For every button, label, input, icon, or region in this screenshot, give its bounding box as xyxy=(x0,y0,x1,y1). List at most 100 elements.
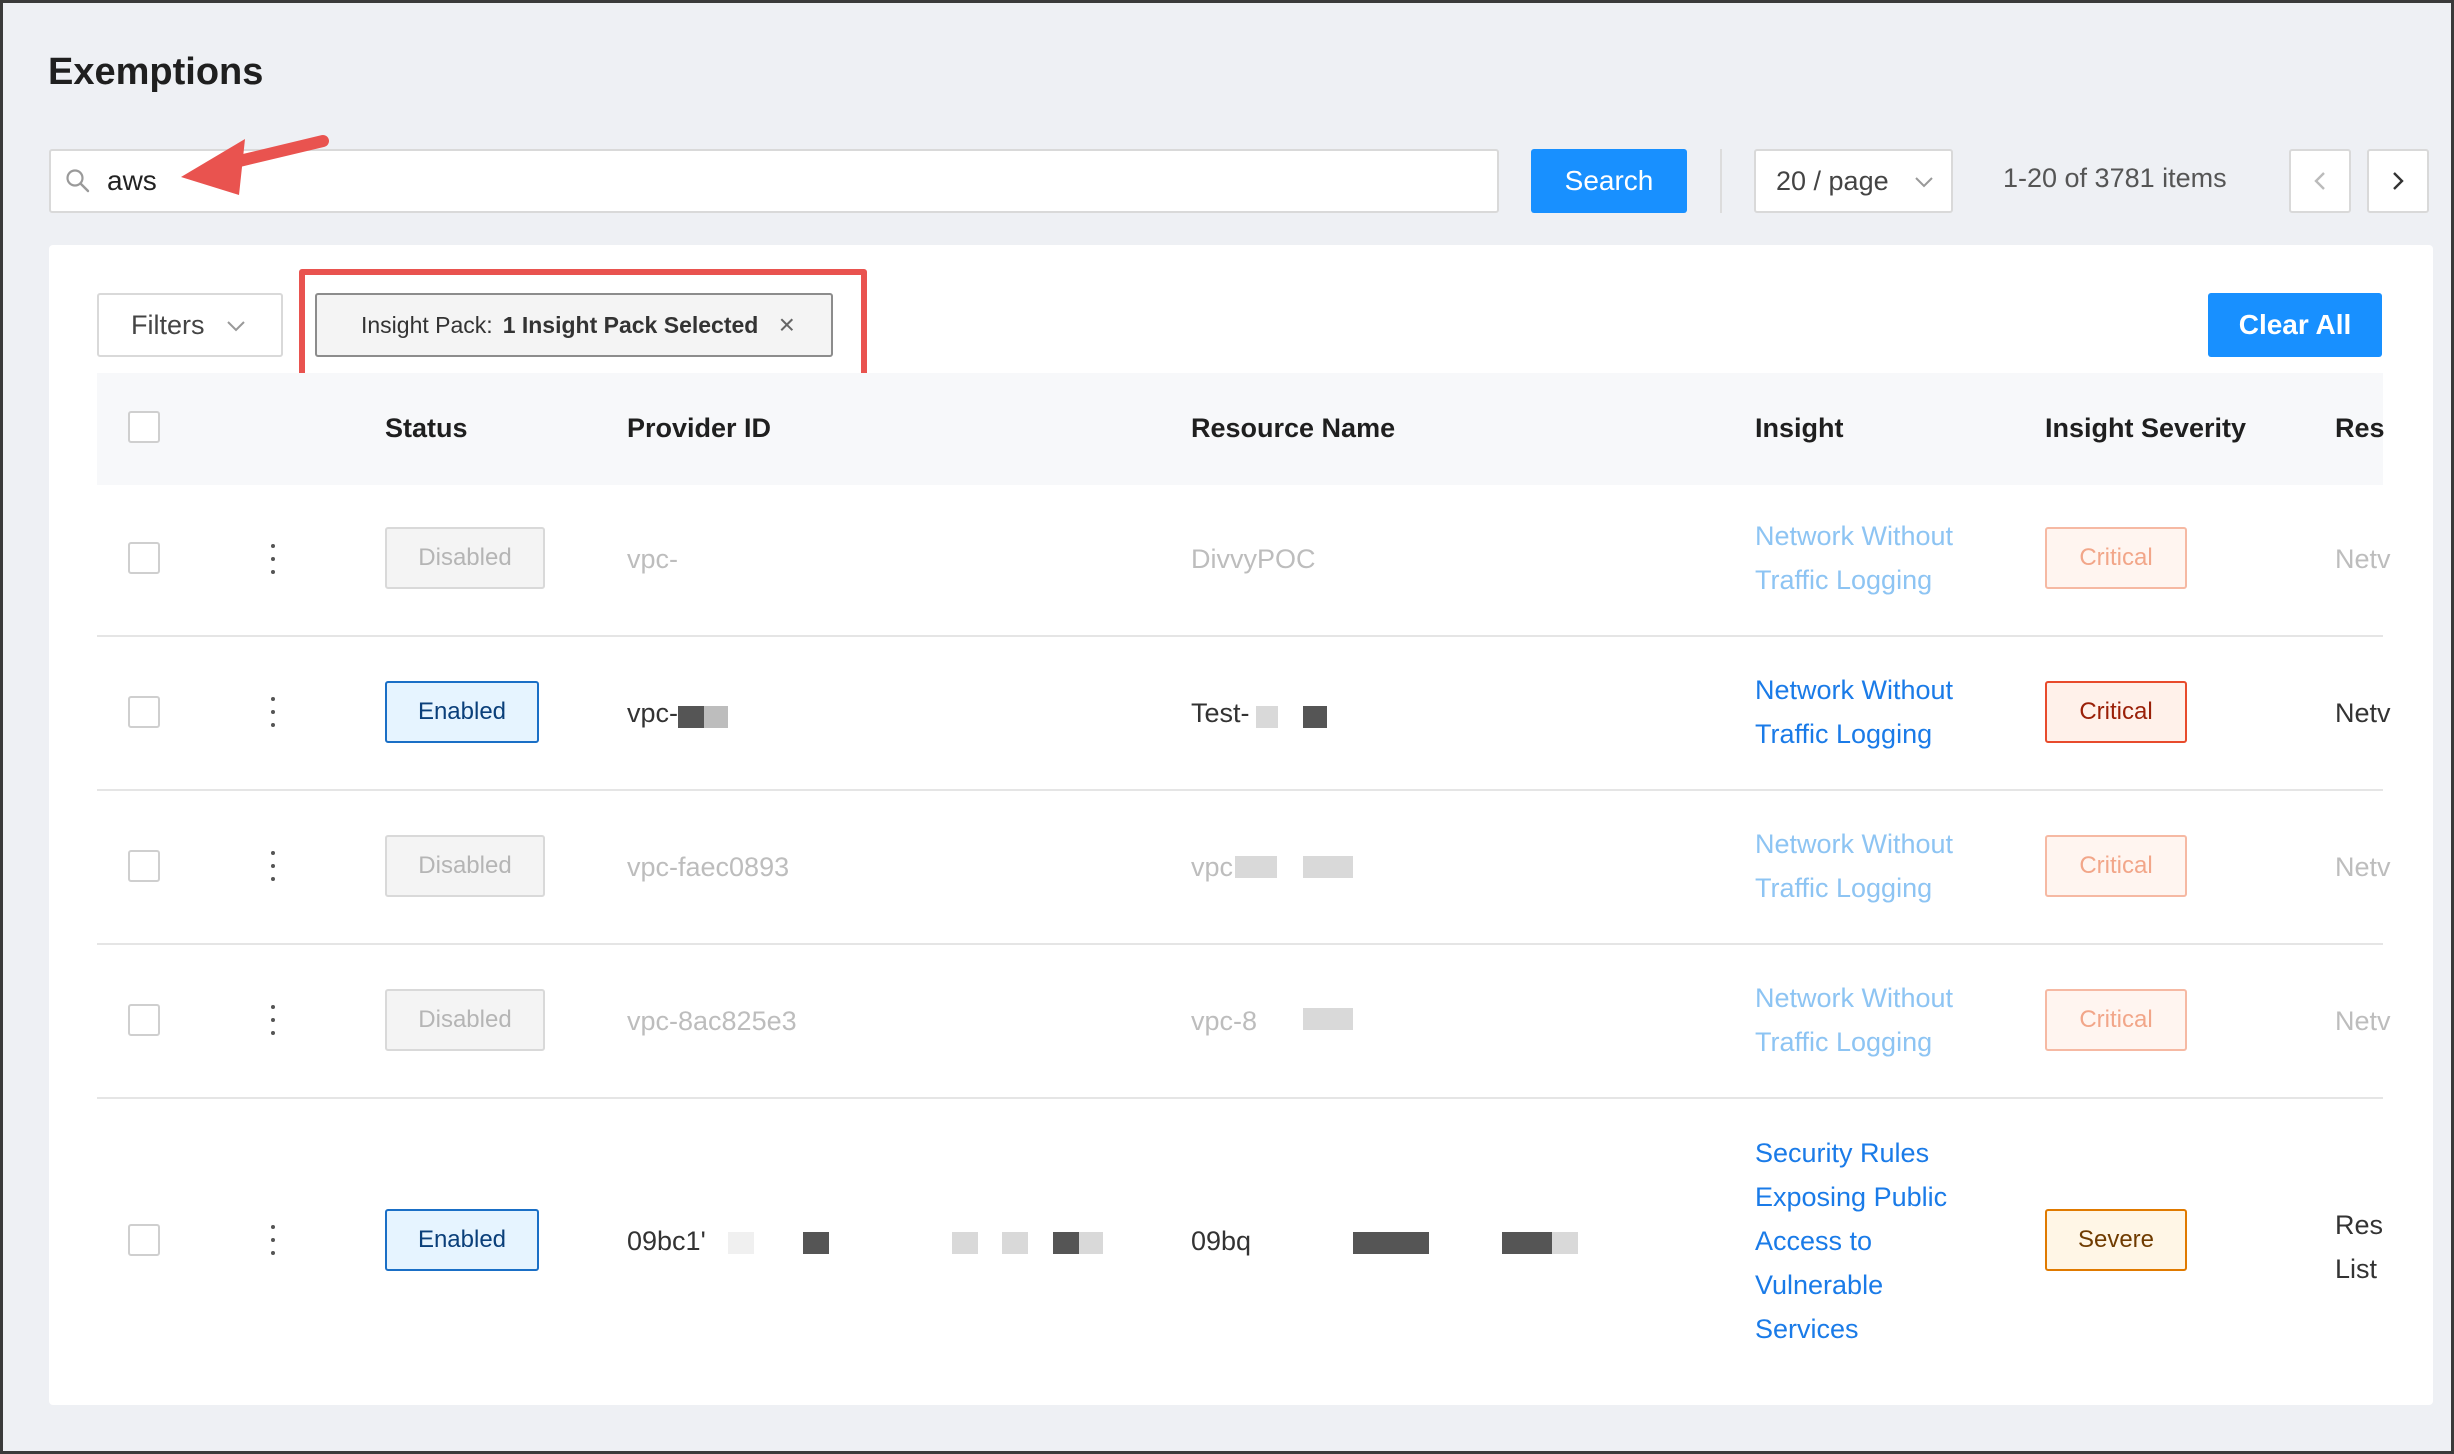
status-badge: Enabled xyxy=(385,681,539,743)
redacted-block xyxy=(803,1232,829,1254)
column-header-status[interactable]: Status xyxy=(385,413,468,444)
insight-line: Network Without xyxy=(1755,521,1954,551)
column-header-provider-id[interactable]: Provider ID xyxy=(627,413,771,444)
redacted-block xyxy=(1502,1232,1552,1254)
more-vertical-icon[interactable] xyxy=(263,1225,283,1255)
more-vertical-icon[interactable] xyxy=(263,697,283,727)
insight-line: Traffic Logging xyxy=(1755,719,1933,749)
provider-id: vpc-faec0893 xyxy=(627,852,790,882)
provider-id: 09bc1' xyxy=(627,1226,706,1256)
items-count: 1-20 of 3781 items xyxy=(2003,163,2227,193)
redacted-block xyxy=(952,1232,978,1254)
insight-line: Traffic Logging xyxy=(1755,565,1933,595)
more-vertical-icon[interactable] xyxy=(263,851,283,881)
severity-badge: Critical xyxy=(2045,681,2187,743)
insight-line: Network Without xyxy=(1755,829,1954,859)
filter-tag-value: 1 Insight Pack Selected xyxy=(502,311,759,338)
resource-name: DivvyPOC xyxy=(1191,544,1316,574)
more-vertical-icon[interactable] xyxy=(263,544,283,574)
resource-type: Res List xyxy=(2335,1203,2383,1291)
severity-badge: Critical xyxy=(2045,989,2187,1051)
resource-name: vpc xyxy=(1191,852,1234,882)
status-badge: Disabled xyxy=(385,835,545,897)
prev-page-button[interactable] xyxy=(2289,149,2351,213)
row-checkbox[interactable] xyxy=(128,1004,160,1036)
redacted-block xyxy=(1235,856,1277,878)
status-badge: Disabled xyxy=(385,989,545,1051)
toolbar-divider xyxy=(1720,149,1722,213)
chevron-down-icon xyxy=(227,321,245,332)
insight-link[interactable]: Network Without Traffic Logging xyxy=(1755,668,1995,756)
redacted-block xyxy=(704,706,728,728)
resource-name: Test- xyxy=(1191,698,1250,728)
chevron-down-icon xyxy=(1915,177,1933,188)
page-title: Exemptions xyxy=(48,51,264,93)
severity-badge: Critical xyxy=(2045,835,2187,897)
redacted-block xyxy=(1053,1232,1079,1254)
red-arrow-icon xyxy=(181,135,329,195)
provider-id: vpc-8ac825e3 xyxy=(627,1006,797,1036)
redacted-block xyxy=(678,706,704,728)
resource-type: Netv xyxy=(2335,544,2391,574)
resource-type-line: List xyxy=(2335,1254,2378,1284)
filters-label: Filters xyxy=(131,309,205,340)
insight-line: Services xyxy=(1755,1314,1859,1344)
insight-line: Network Without xyxy=(1755,983,1954,1013)
column-header-resource-type[interactable]: Res xyxy=(2335,413,2385,444)
redacted-block xyxy=(1552,1232,1578,1254)
resource-name: 09bq xyxy=(1191,1226,1252,1256)
status-badge: Disabled xyxy=(385,527,545,589)
status-badge: Enabled xyxy=(385,1209,539,1271)
resource-type-line: Res xyxy=(2335,1210,2384,1240)
column-header-resource-name[interactable]: Resource Name xyxy=(1191,413,1395,444)
redacted-block xyxy=(1256,706,1278,728)
severity-badge: Critical xyxy=(2045,527,2187,589)
next-page-button[interactable] xyxy=(2367,149,2429,213)
redacted-block xyxy=(1002,1232,1028,1254)
insight-line: Traffic Logging xyxy=(1755,873,1933,903)
redacted-block xyxy=(1303,706,1327,728)
filter-tag-insight-pack: Insight Pack: 1 Insight Pack Selected × xyxy=(315,293,833,357)
row-checkbox[interactable] xyxy=(128,696,160,728)
row-checkbox[interactable] xyxy=(128,850,160,882)
resource-name: vpc-8 xyxy=(1191,1006,1258,1036)
insight-line: Traffic Logging xyxy=(1755,1027,1933,1057)
resource-type: Netv xyxy=(2335,852,2391,882)
redacted-block xyxy=(1353,1232,1429,1254)
insight-link[interactable]: Network Without Traffic Logging xyxy=(1755,514,1995,602)
severity-badge: Severe xyxy=(2045,1209,2187,1271)
filter-tag-key: Insight Pack: xyxy=(361,311,493,338)
redacted-block xyxy=(1303,1008,1353,1030)
row-checkbox[interactable] xyxy=(128,542,160,574)
clear-all-button[interactable]: Clear All xyxy=(2208,293,2382,357)
column-header-insight[interactable]: Insight xyxy=(1755,413,1844,444)
redacted-block xyxy=(728,1232,754,1254)
page-size-value: 20 / page xyxy=(1776,165,1889,196)
close-icon[interactable]: × xyxy=(779,309,795,341)
resource-type: Netv xyxy=(2335,698,2391,728)
insight-line: Access to xyxy=(1755,1226,1873,1256)
insight-link[interactable]: Security Rules Exposing Public Access to… xyxy=(1755,1131,1995,1351)
search-button[interactable]: Search xyxy=(1531,149,1687,213)
column-header-insight-severity[interactable]: Insight Severity xyxy=(2045,413,2246,444)
row-divider xyxy=(97,789,2383,791)
provider-id: vpc- xyxy=(627,698,679,728)
insight-line: Vulnerable xyxy=(1755,1270,1884,1300)
row-divider xyxy=(97,943,2383,945)
resource-type: Netv xyxy=(2335,1006,2391,1036)
row-checkbox[interactable] xyxy=(128,1224,160,1256)
app-frame: Exemptions Search 20 / page 1-20 of 3781… xyxy=(0,0,2454,1454)
insight-link[interactable]: Network Without Traffic Logging xyxy=(1755,822,1995,910)
chevron-right-icon xyxy=(2393,172,2404,190)
provider-id: vpc- xyxy=(627,544,679,574)
redacted-block xyxy=(1303,856,1353,878)
insight-link[interactable]: Network Without Traffic Logging xyxy=(1755,976,1995,1064)
search-icon xyxy=(51,151,97,211)
select-all-checkbox[interactable] xyxy=(128,411,160,443)
insight-line: Exposing Public xyxy=(1755,1182,1948,1212)
row-divider xyxy=(97,1097,2383,1099)
chevron-left-icon xyxy=(2314,172,2325,190)
filters-button[interactable]: Filters xyxy=(97,293,283,357)
page-size-select[interactable]: 20 / page xyxy=(1754,149,1953,213)
more-vertical-icon[interactable] xyxy=(263,1005,283,1035)
